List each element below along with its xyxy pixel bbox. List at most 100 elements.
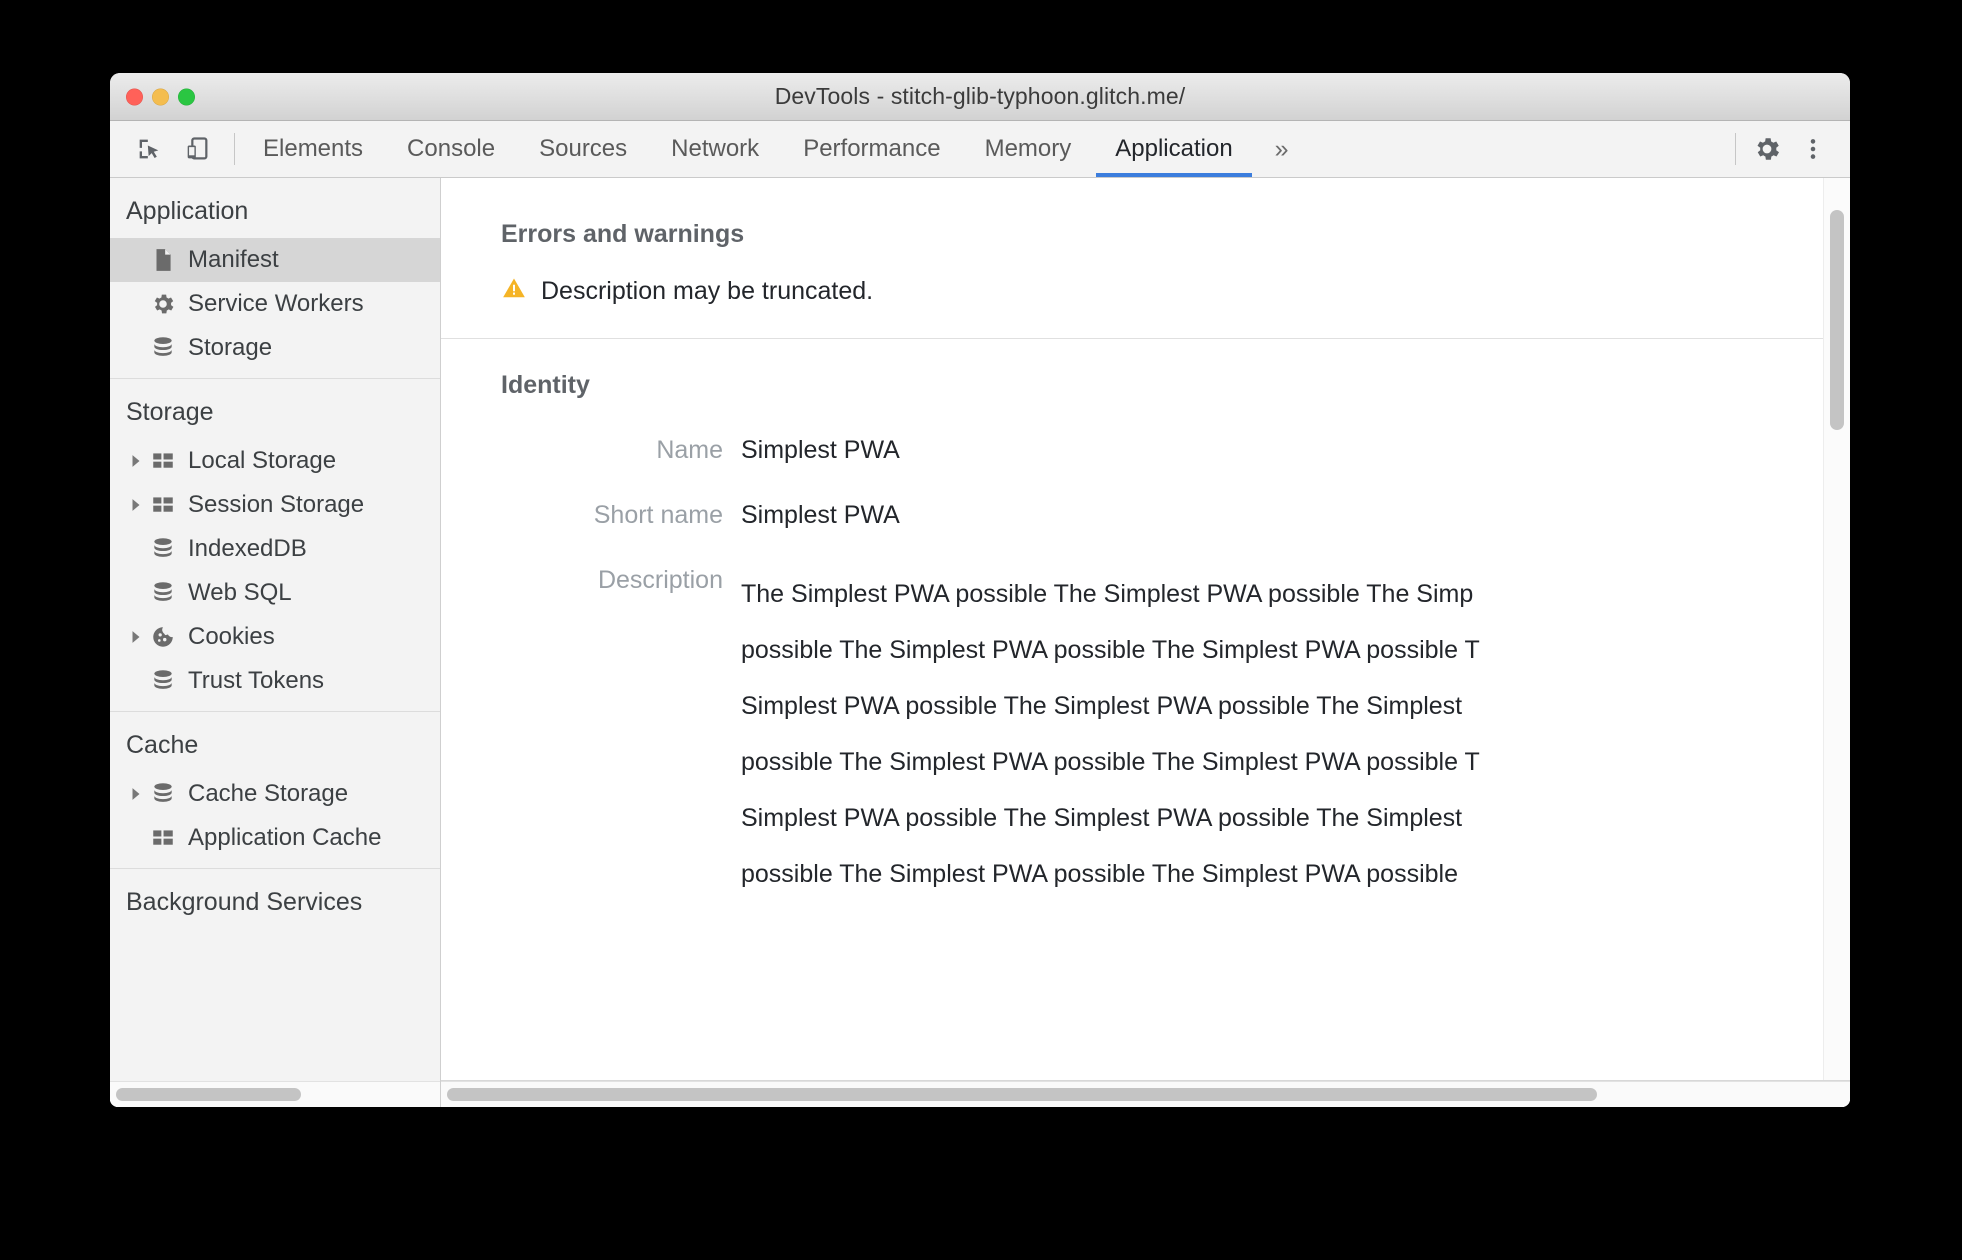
devtools-window: DevTools - stitch-glib-typhoon.glitch.me… [110, 73, 1850, 1107]
sidebar-item-label: Storage [188, 334, 273, 361]
manifest-scroll-area: Errors and warnings Description may be t… [441, 178, 1850, 1080]
more-tabs-button[interactable]: » [1255, 121, 1308, 177]
database-icon [148, 580, 178, 606]
table-icon [148, 448, 178, 474]
content-bottom-padding [441, 902, 1850, 942]
tab-elements[interactable]: Elements [241, 121, 385, 177]
field-short-name: Short name Simplest PWA [441, 465, 1850, 530]
cookie-icon [148, 624, 178, 650]
database-icon [148, 335, 178, 361]
warning-triangle-icon [501, 275, 527, 308]
description-value: The Simplest PWA possible The Simplest P… [741, 566, 1480, 902]
minimize-window-button[interactable] [152, 88, 169, 105]
chevron-right-icon[interactable] [126, 787, 146, 801]
chevron-right-icon[interactable] [126, 454, 146, 468]
tab-application[interactable]: Application [1093, 121, 1254, 177]
manifest-content: Errors and warnings Description may be t… [441, 178, 1850, 942]
sidebar-item-manifest[interactable]: Manifest [110, 238, 440, 282]
device-toolbar-icon[interactable] [176, 128, 218, 170]
tab-performance[interactable]: Performance [781, 121, 962, 177]
description-line: The Simplest PWA possible The Simplest P… [741, 580, 1474, 608]
window-title: DevTools - stitch-glib-typhoon.glitch.me… [774, 83, 1186, 109]
description-line: possible The Simplest PWA possible The S… [741, 636, 1480, 664]
scrollbar-thumb[interactable] [1830, 210, 1844, 430]
description-line: Simplest PWA possible The Simplest PWA p… [741, 804, 1463, 832]
manifest-horizontal-scrollbar[interactable] [441, 1081, 1850, 1107]
field-label: Short name [593, 501, 723, 529]
sidebar-item-trust-tokens[interactable]: Trust Tokens [110, 659, 440, 703]
description-line: possible The Simplest PWA possible The S… [741, 748, 1480, 776]
toolbar-divider-right [1735, 133, 1736, 165]
sidebar-item-label: Cache Storage [188, 780, 349, 807]
sidebar-item-label: Service Workers [188, 290, 364, 317]
sidebar-group-application: Application Manifest Service Workers Sto… [110, 178, 440, 378]
chevron-right-icon[interactable] [126, 498, 146, 512]
sidebar-item-cookies[interactable]: Cookies [110, 615, 440, 659]
sidebar-item-local-storage[interactable]: Local Storage [110, 439, 440, 483]
toolbar-divider [234, 133, 235, 165]
tab-label: Application [1115, 135, 1233, 162]
sidebar-horizontal-scrollbar[interactable] [110, 1081, 440, 1107]
sidebar-item-label: Web SQL [188, 579, 292, 606]
field-description: Description The Simplest PWA possible Th… [441, 530, 1850, 902]
gear-icon [148, 291, 178, 317]
gear-icon[interactable] [1746, 128, 1788, 170]
sidebar-scroll-area: Application Manifest Service Workers Sto… [110, 178, 440, 1081]
sidebar-item-label: IndexedDB [188, 535, 307, 562]
sidebar-group-storage: Storage Local Storage Session Storage In… [110, 378, 440, 711]
scrollbar-thumb[interactable] [447, 1088, 1597, 1101]
tab-network[interactable]: Network [649, 121, 781, 177]
application-sidebar: Application Manifest Service Workers Sto… [110, 178, 441, 1107]
database-icon [148, 781, 178, 807]
sidebar-item-cache-storage[interactable]: Cache Storage [110, 772, 440, 816]
database-icon [148, 668, 178, 694]
description-line: possible The Simplest PWA possible The S… [741, 860, 1458, 888]
sidebar-item-label: Manifest [188, 246, 279, 273]
sidebar-group-cache: Cache Cache Storage Application Cache [110, 711, 440, 868]
sidebar-item-service-workers[interactable]: Service Workers [110, 282, 440, 326]
document-icon [148, 247, 178, 273]
tab-label: Sources [539, 135, 628, 162]
tab-label: Memory [984, 135, 1072, 162]
tab-console[interactable]: Console [385, 121, 517, 177]
tab-label: Elements [263, 135, 364, 162]
sidebar-item-session-storage[interactable]: Session Storage [110, 483, 440, 527]
traffic-lights [126, 88, 195, 105]
tab-sources[interactable]: Sources [517, 121, 649, 177]
sidebar-item-label: Cookies [188, 623, 275, 650]
tab-label: Console [407, 135, 496, 162]
sidebar-item-label: Trust Tokens [188, 667, 325, 694]
database-icon [148, 536, 178, 562]
warning-row: Description may be truncated. [441, 249, 1850, 338]
warning-text: Description may be truncated. [541, 277, 874, 305]
maximize-window-button[interactable] [178, 88, 195, 105]
sidebar-group-header: Cache [126, 731, 199, 759]
inspect-element-icon[interactable] [128, 128, 170, 170]
sidebar-group-header: Application [126, 197, 249, 225]
field-name: Name Simplest PWA [441, 400, 1850, 465]
sidebar-item-storage[interactable]: Storage [110, 326, 440, 370]
panel-tabs: Elements Console Sources Network Perform… [241, 121, 1308, 177]
window-titlebar: DevTools - stitch-glib-typhoon.glitch.me… [110, 73, 1850, 121]
devtools-body: Application Manifest Service Workers Sto… [110, 178, 1850, 1107]
toolbar-right-icons [1729, 121, 1850, 177]
tab-label: Performance [803, 135, 941, 162]
chevron-right-icon[interactable] [126, 630, 146, 644]
description-line: Simplest PWA possible The Simplest PWA p… [741, 692, 1463, 720]
more-vertical-icon[interactable] [1792, 128, 1834, 170]
scrollbar-thumb[interactable] [116, 1088, 301, 1101]
manifest-vertical-scrollbar[interactable] [1823, 178, 1850, 1080]
table-icon [148, 825, 178, 851]
sidebar-item-application-cache[interactable]: Application Cache [110, 816, 440, 860]
field-value: Simplest PWA [741, 501, 900, 529]
sidebar-item-indexeddb[interactable]: IndexedDB [110, 527, 440, 571]
sidebar-item-label: Session Storage [188, 491, 365, 518]
tab-label: Network [671, 135, 760, 162]
sidebar-group-header-clipped: Background Services [126, 888, 363, 916]
identity-title: Identity [501, 371, 590, 399]
devtools-toolbar: Elements Console Sources Network Perform… [110, 121, 1850, 178]
close-window-button[interactable] [126, 88, 143, 105]
tab-memory[interactable]: Memory [963, 121, 1094, 177]
sidebar-item-label: Application Cache [188, 824, 382, 851]
sidebar-item-web-sql[interactable]: Web SQL [110, 571, 440, 615]
